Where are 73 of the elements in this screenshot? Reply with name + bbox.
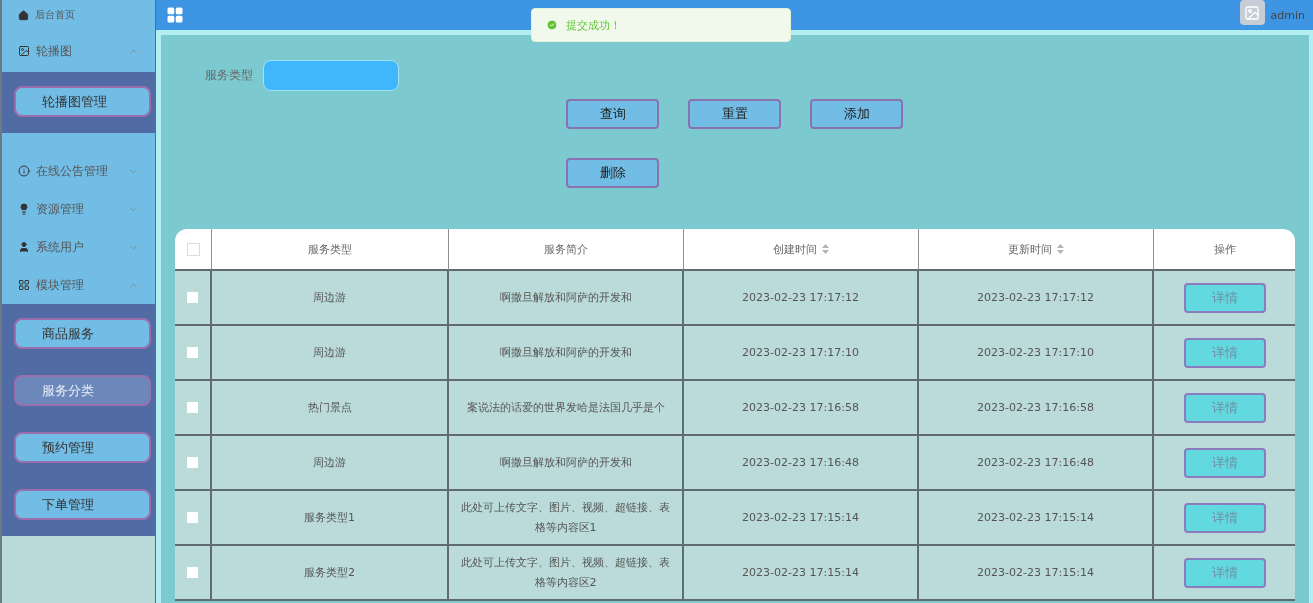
user-name[interactable]: admin bbox=[1270, 8, 1305, 22]
table-cell-text: 此处可上传文字、图片、视频、超链接、表格等内容区2 bbox=[460, 554, 671, 591]
sort-icon[interactable] bbox=[1057, 244, 1064, 254]
table-cell-text: 啊撒旦解放和阿萨的开发和 bbox=[499, 344, 632, 361]
search-field[interactable] bbox=[263, 60, 399, 91]
submenu-button[interactable]: 商品服务 bbox=[14, 318, 151, 349]
action-button[interactable]: 重置 bbox=[688, 99, 781, 129]
checkbox[interactable] bbox=[187, 402, 198, 413]
table-cell-text: 2023-02-23 17:16:48 bbox=[742, 454, 859, 471]
search-label: 服务类型 bbox=[205, 67, 253, 84]
action-button[interactable]: 查询 bbox=[566, 99, 659, 129]
checkbox[interactable] bbox=[187, 567, 198, 578]
home-icon bbox=[18, 9, 29, 21]
submenu-button[interactable]: 服务分类 bbox=[14, 375, 151, 406]
table-cell-text: 2023-02-23 17:15:14 bbox=[742, 564, 859, 581]
table-cell-text: 2023-02-23 17:16:58 bbox=[742, 399, 859, 416]
submenu-button[interactable]: 轮播图管理 bbox=[14, 86, 151, 117]
table-cell-text: 2023-02-23 17:17:10 bbox=[742, 344, 859, 361]
column-header: 服务简介 bbox=[544, 241, 588, 257]
table-cell-text: 2023-02-23 17:17:12 bbox=[742, 289, 859, 306]
avatar[interactable] bbox=[1239, 0, 1265, 25]
table-cell-text: 2023-02-23 17:15:14 bbox=[742, 509, 859, 526]
picture-icon bbox=[18, 45, 30, 57]
menu-icon[interactable] bbox=[166, 6, 184, 24]
checkbox[interactable] bbox=[187, 292, 198, 303]
table-cell-text: 服务类型1 bbox=[304, 509, 355, 526]
column-header: 创建时间 bbox=[773, 241, 817, 257]
column-header: 更新时间 bbox=[1008, 241, 1052, 257]
user-icon bbox=[18, 241, 30, 253]
sidebar-item[interactable]: 模块管理 bbox=[2, 266, 155, 304]
table-cell-text: 2023-02-23 17:16:48 bbox=[977, 454, 1094, 471]
table-cell-text: 热门景点 bbox=[307, 399, 352, 416]
sidebar-item[interactable]: 在线公告管理 bbox=[2, 133, 155, 190]
checkbox[interactable] bbox=[187, 457, 198, 468]
picture-icon bbox=[1244, 4, 1261, 21]
detail-button[interactable]: 详情 bbox=[1183, 502, 1266, 533]
action-button[interactable]: 添加 bbox=[810, 99, 903, 129]
detail-button[interactable]: 详情 bbox=[1183, 392, 1266, 423]
table-cell-text: 2023-02-23 17:16:58 bbox=[977, 399, 1094, 416]
sidebar-item[interactable]: 系统用户 bbox=[2, 228, 155, 266]
table-cell-text: 周边游 bbox=[313, 344, 346, 361]
detail-button[interactable]: 详情 bbox=[1183, 282, 1266, 313]
submenu-button[interactable]: 预约管理 bbox=[14, 432, 151, 463]
column-header: 服务类型 bbox=[308, 241, 352, 257]
detail-button[interactable]: 详情 bbox=[1183, 447, 1266, 478]
sidebar-item[interactable]: 后台首页 bbox=[2, 0, 155, 30]
detail-button[interactable]: 详情 bbox=[1183, 557, 1266, 588]
table-cell-text: 案说法的话爱的世界发哈是法国几乎是个 bbox=[466, 399, 665, 416]
table-cell-text: 啊撒旦解放和阿萨的开发和 bbox=[499, 454, 632, 471]
sort-icon[interactable] bbox=[822, 244, 829, 254]
grid-icon bbox=[18, 279, 30, 291]
sidebar-item[interactable]: 资源管理 bbox=[2, 190, 155, 228]
table-cell-text: 服务类型2 bbox=[304, 564, 355, 581]
lightbulb-icon bbox=[18, 203, 30, 215]
table-cell-text: 周边游 bbox=[313, 289, 346, 306]
sidebar-item[interactable]: 轮播图 bbox=[2, 30, 155, 72]
table-cell-text: 啊撒旦解放和阿萨的开发和 bbox=[499, 289, 632, 306]
info-icon bbox=[18, 165, 30, 177]
toast: 提交成功！ bbox=[531, 8, 791, 42]
action-button[interactable]: 删除 bbox=[566, 158, 659, 188]
table-cell-text: 2023-02-23 17:15:14 bbox=[977, 509, 1094, 526]
table-cell-text: 2023-02-23 17:17:12 bbox=[977, 289, 1094, 306]
table-cell-text: 2023-02-23 17:15:14 bbox=[977, 564, 1094, 581]
submenu-button[interactable]: 下单管理 bbox=[14, 489, 151, 520]
checkbox[interactable] bbox=[186, 242, 200, 256]
column-header: 操作 bbox=[1213, 241, 1236, 257]
checkbox[interactable] bbox=[187, 347, 198, 358]
detail-button[interactable]: 详情 bbox=[1183, 337, 1266, 368]
table-cell-text: 周边游 bbox=[313, 454, 346, 471]
checkbox[interactable] bbox=[187, 512, 198, 523]
table-cell-text: 2023-02-23 17:17:10 bbox=[977, 344, 1094, 361]
success-icon bbox=[546, 19, 558, 31]
table-cell-text: 此处可上传文字、图片、视频、超链接、表格等内容区1 bbox=[460, 499, 671, 536]
